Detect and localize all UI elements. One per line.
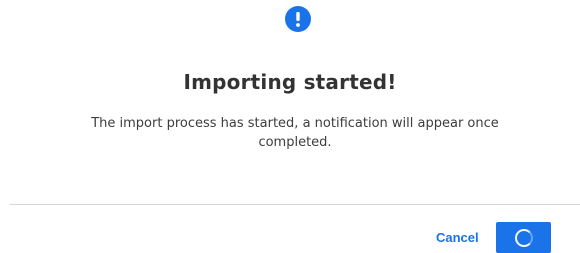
exclamation-circle-icon [285, 6, 311, 32]
confirm-button[interactable] [496, 222, 551, 253]
dialog-title: Importing started! [183, 70, 397, 94]
cancel-button[interactable]: Cancel [428, 226, 487, 250]
import-started-dialog: Importing started! The import process ha… [0, 0, 580, 253]
footer-divider [10, 204, 580, 205]
dialog-message: The import process has started, a notifi… [91, 116, 499, 150]
loading-spinner-icon [514, 228, 533, 247]
